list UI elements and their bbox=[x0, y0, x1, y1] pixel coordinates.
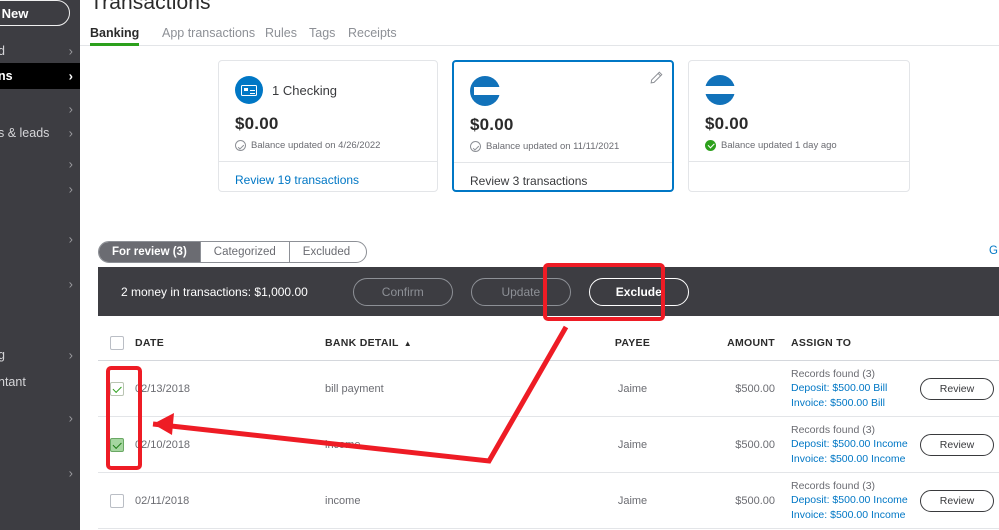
app-root: New d › ns › › s & leads › › › › › g › ntant › › Transa… bbox=[0, 0, 999, 530]
annotation-arrow bbox=[152, 325, 569, 464]
